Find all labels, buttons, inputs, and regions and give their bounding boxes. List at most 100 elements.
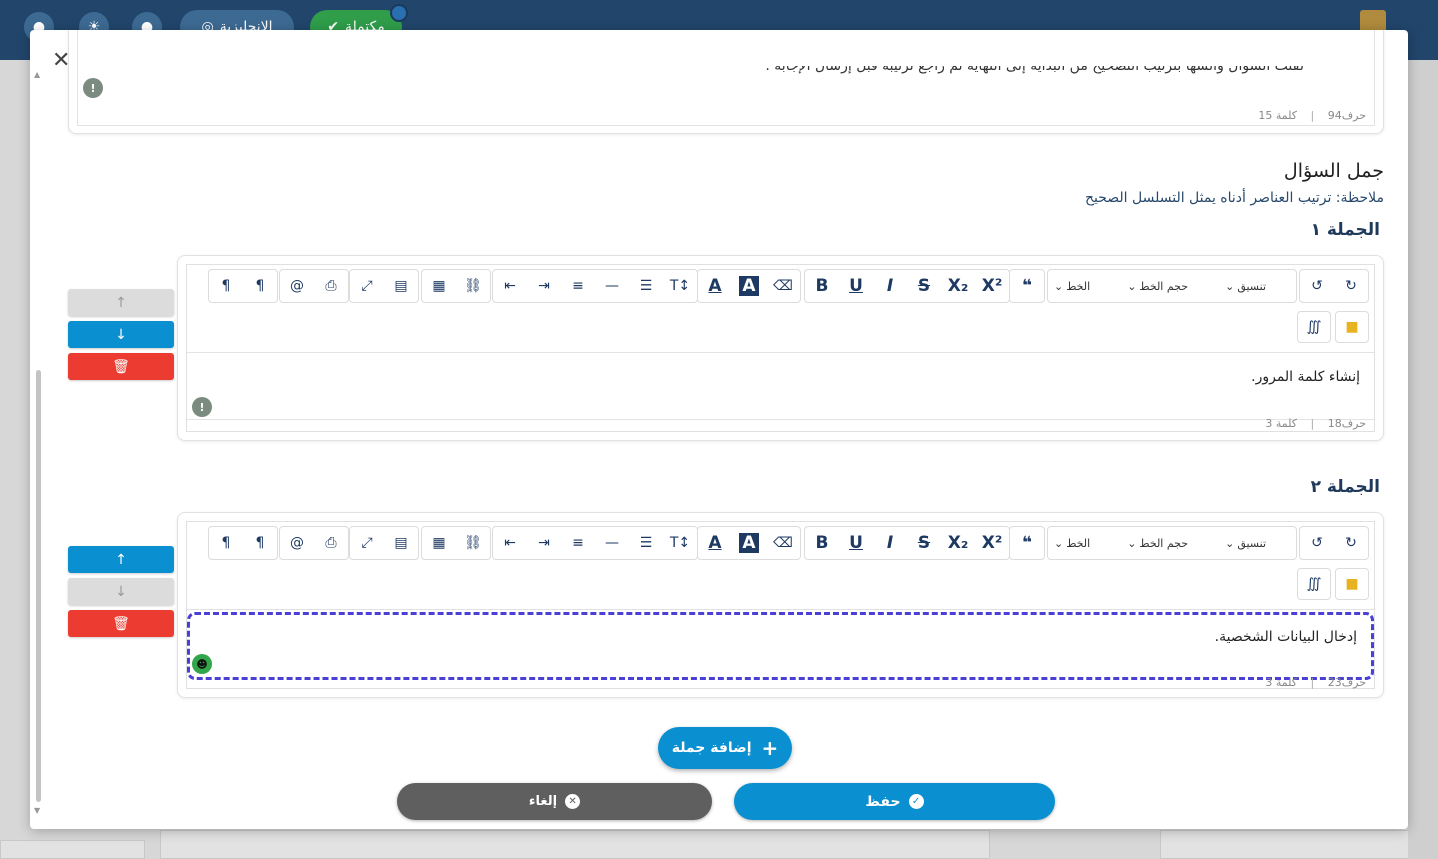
layout-icon[interactable]: ▤ (384, 270, 418, 302)
undo-icon[interactable]: ↺ (1300, 527, 1334, 559)
text-counter: حرف18 | كلمة 3 (1265, 417, 1366, 430)
ltr-icon[interactable]: ¶ (209, 270, 243, 302)
bold-icon[interactable]: B (805, 270, 839, 302)
link-icon[interactable]: ⛓ (456, 270, 490, 302)
outdent-icon[interactable]: ⇥ (527, 270, 561, 302)
underline-icon[interactable]: U (839, 270, 873, 302)
print-icon[interactable]: ⎙ (314, 270, 348, 302)
arrow-up-icon: ↑ (115, 294, 127, 311)
char-count: حرف94 (1327, 109, 1366, 122)
text-height-icon[interactable]: T↕ (663, 527, 697, 559)
save-label: حفظ (865, 793, 901, 810)
sentence-1-content[interactable]: إنشاء كلمة المرور. (187, 369, 1374, 417)
add-sentence-button[interactable]: إضافة جملة + (658, 727, 792, 769)
superscript-icon[interactable]: X² (975, 527, 1009, 559)
background-color-icon[interactable]: A (732, 270, 766, 302)
folder-icon[interactable]: ■ (1335, 311, 1369, 343)
cancel-button[interactable]: إلغاء ✕ (397, 783, 712, 820)
modal-scrollbar[interactable]: ▲ ▼ (34, 70, 44, 815)
editor-toolbar: ¶ ¶ @ ⎙ ⤢ ▤ ▦ ⛓ ⇤ ⇥ ≡ — ☰ T↕ A A ⌫ B U I… (187, 265, 1374, 353)
plus-icon: + (761, 736, 779, 760)
rtl-icon[interactable]: ¶ (243, 270, 277, 302)
fullscreen-icon[interactable]: ⤢ (350, 270, 384, 302)
undo-icon[interactable]: ↺ (1300, 270, 1334, 302)
editor-footer-divider (187, 419, 1374, 420)
subscript-icon[interactable]: X₂ (941, 527, 975, 559)
sentence-1-editor: ¶ ¶ @ ⎙ ⤢ ▤ ▦ ⛓ ⇤ ⇥ ≡ — ☰ T↕ A A ⌫ B U I… (177, 255, 1384, 441)
strikethrough-icon[interactable]: S (907, 270, 941, 302)
text-height-icon[interactable]: T↕ (663, 270, 697, 302)
outdent-icon[interactable]: ⇥ (527, 527, 561, 559)
scrollbar-thumb[interactable] (36, 370, 41, 802)
section-title: جمل السؤال (1283, 160, 1384, 182)
save-button[interactable]: حفظ ✓ (734, 783, 1055, 820)
redo-icon[interactable]: ↻ (1334, 270, 1368, 302)
move-down-button[interactable]: ↓ (68, 578, 174, 605)
eraser-icon[interactable]: ⌫ (766, 527, 800, 559)
format-select[interactable]: ⌄ تنسيق (1219, 527, 1296, 559)
folder-icon[interactable]: ■ (1335, 568, 1369, 600)
ltr-icon[interactable]: ¶ (209, 527, 243, 559)
sentence-2-editor: ¶ ¶ @ ⎙ ⤢ ▤ ▦ ⛓ ⇤ ⇥ ≡ — ☰ T↕ A A ⌫ B U I… (177, 512, 1384, 698)
bold-icon[interactable]: B (805, 527, 839, 559)
delete-button[interactable]: 🗑 (68, 353, 174, 380)
special-chars-icon[interactable]: ∭ (1297, 311, 1331, 343)
paragraph-group: ⇤ ⇥ ≡ — ☰ T↕ (492, 526, 698, 560)
background-color-icon[interactable]: A (732, 527, 766, 559)
link-icon[interactable]: ⛓ (456, 527, 490, 559)
font-select[interactable]: ⌄ الخط (1048, 270, 1096, 302)
move-up-button[interactable]: ↑ (68, 546, 174, 573)
background-sidebar (1408, 60, 1438, 859)
horizontal-rule-icon[interactable]: — (595, 527, 629, 559)
move-down-button[interactable]: ↓ (68, 321, 174, 348)
superscript-icon[interactable]: X² (975, 270, 1009, 302)
font-select[interactable]: ⌄ الخط (1048, 527, 1096, 559)
ordered-list-icon[interactable]: ☰ (629, 527, 663, 559)
fullscreen-icon[interactable]: ⤢ (350, 527, 384, 559)
subscript-icon[interactable]: X₂ (941, 270, 975, 302)
chevron-down-icon: ⌄ (1225, 536, 1235, 550)
chevron-down-icon: ⌄ (1225, 279, 1235, 293)
font-color-icon[interactable]: A (698, 527, 732, 559)
indent-icon[interactable]: ⇤ (493, 527, 527, 559)
horizontal-rule-icon[interactable]: — (595, 270, 629, 302)
redo-icon[interactable]: ↻ (1334, 527, 1368, 559)
indicator-dot (390, 4, 408, 22)
font-size-select[interactable]: ⌄ حجم الخط (1121, 527, 1194, 559)
ordered-list-icon[interactable]: ☰ (629, 270, 663, 302)
delete-button[interactable]: 🗑 (68, 610, 174, 637)
view-group: ⤢ ▤ (349, 269, 419, 303)
rtl-icon[interactable]: ¶ (243, 527, 277, 559)
eraser-icon[interactable]: ⌫ (766, 270, 800, 302)
chevron-down-icon: ⌄ (1127, 536, 1137, 550)
special-chars-icon[interactable]: ∭ (1297, 568, 1331, 600)
mention-icon[interactable]: @ (280, 270, 314, 302)
word-count: كلمة 3 (1265, 676, 1297, 689)
italic-icon[interactable]: I (873, 527, 907, 559)
move-up-button[interactable]: ↑ (68, 289, 174, 316)
background-panel (0, 840, 145, 859)
indent-icon[interactable]: ⇤ (493, 270, 527, 302)
font-size-select[interactable]: ⌄ حجم الخط (1121, 270, 1194, 302)
blockquote-icon[interactable]: ❝ (1010, 270, 1044, 302)
mention-icon[interactable]: @ (280, 527, 314, 559)
strikethrough-icon[interactable]: S (907, 527, 941, 559)
underline-icon[interactable]: U (839, 527, 873, 559)
font-color-icon[interactable]: A (698, 270, 732, 302)
utility-group: @ ⎙ (279, 526, 349, 560)
table-icon[interactable]: ▦ (422, 527, 456, 559)
table-icon[interactable]: ▦ (422, 270, 456, 302)
sentence-2-content[interactable]: إدخال البيانات الشخصية. (187, 612, 1374, 680)
question-text[interactable]: لفتت السؤال والسها بترتيب التصحيح من الب… (765, 66, 1304, 74)
align-icon[interactable]: ≡ (561, 527, 595, 559)
print-icon[interactable]: ⎙ (314, 527, 348, 559)
blockquote-icon[interactable]: ❝ (1010, 527, 1044, 559)
warning-badge: ! (192, 397, 212, 417)
scroll-down-icon[interactable]: ▼ (34, 806, 40, 815)
order-note: ملاحظة: ترتيب العناصر أدناه يمثل التسلسل… (1084, 190, 1384, 206)
italic-icon[interactable]: I (873, 270, 907, 302)
align-icon[interactable]: ≡ (561, 270, 595, 302)
scroll-up-icon[interactable]: ▲ (34, 70, 40, 79)
format-select[interactable]: ⌄ تنسيق (1219, 270, 1296, 302)
layout-icon[interactable]: ▤ (384, 527, 418, 559)
